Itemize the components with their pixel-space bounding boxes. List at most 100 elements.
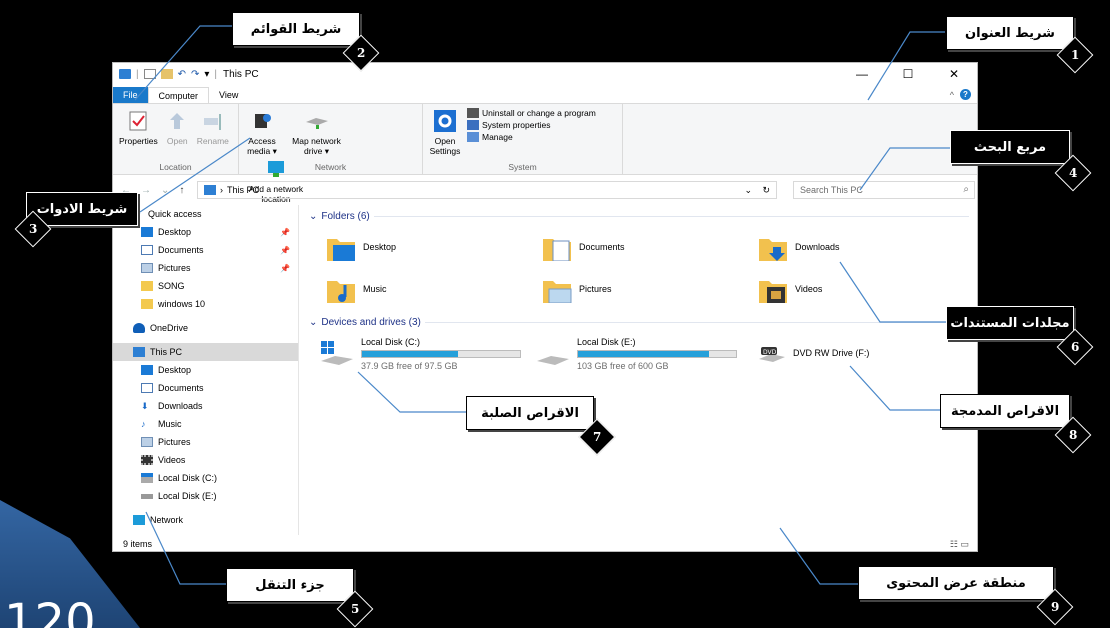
search-box[interactable]: Search This PC ⌕ [793, 181, 975, 199]
open-label: Open [166, 136, 188, 146]
nav-this-pc[interactable]: This PC [113, 343, 298, 361]
nav-pc-disk-c[interactable]: Local Disk (C:) [113, 469, 298, 487]
open-button[interactable]: Open [164, 108, 190, 146]
nav-qa-windows10[interactable]: windows 10 [113, 295, 298, 313]
drive-name: Local Disk (E:) [577, 337, 636, 347]
pin-icon[interactable]: 📌 [280, 264, 290, 273]
close-button[interactable]: ✕ [931, 63, 977, 85]
maximize-button[interactable]: ☐ [885, 63, 931, 85]
nav-pc-desktop[interactable]: Desktop [113, 361, 298, 379]
help-icon[interactable]: ? [960, 89, 971, 100]
tab-computer[interactable]: Computer [147, 87, 210, 103]
properties-icon[interactable] [143, 69, 156, 79]
breadcrumb-this-pc[interactable]: This PC [227, 185, 259, 195]
undo-icon[interactable]: ↶ [178, 69, 186, 80]
callout-hard-disks: الاقراص الصلبة [466, 396, 594, 430]
chevron-down-icon: ⌄ [309, 211, 318, 222]
access-media-button[interactable]: Access media ▾ [245, 108, 279, 156]
nav-pc-music[interactable]: ♪ Music [113, 415, 298, 433]
computer-icon [119, 69, 131, 79]
refresh-icon[interactable]: ↻ [762, 185, 770, 196]
manage-link[interactable]: Manage [467, 132, 596, 142]
nav-pc-disk-e[interactable]: Local Disk (E:) [113, 487, 298, 505]
pin-icon[interactable]: 📌 [280, 246, 290, 255]
nav-qa-documents[interactable]: Documents 📌 [113, 241, 298, 259]
desktop-icon [141, 365, 153, 375]
callout-optical-disks: الاقراص المدمجة [940, 394, 1070, 428]
chevron-down-icon: ⌄ [309, 317, 318, 328]
drive-e[interactable]: Local Disk (E:) 103 GB free of 600 GB [535, 337, 737, 371]
nav-label: Downloads [158, 401, 203, 411]
rename-button[interactable]: Rename [197, 108, 229, 146]
map-network-drive-button[interactable]: Map network drive ▾ [286, 108, 348, 156]
ribbon-options: ^ ? [950, 89, 971, 100]
page-number: 120 [4, 594, 96, 628]
folder-icon [141, 299, 153, 309]
network-drive-icon [304, 108, 330, 134]
callout-search-box: مربع البحث [950, 130, 1070, 164]
up-arrow-icon[interactable]: ↑ [179, 185, 184, 196]
collapse-ribbon-icon[interactable]: ^ [950, 90, 954, 100]
map-drive-label: Map network drive ▾ [292, 136, 341, 156]
uninstall-program-link[interactable]: Uninstall or change a program [467, 108, 596, 118]
ribbon-group-system: Open Settings Uninstall or change a prog… [423, 104, 623, 174]
folder-desktop[interactable]: Desktop [325, 233, 396, 261]
nav-pc-pictures[interactable]: Pictures [113, 433, 298, 451]
uninstall-icon [467, 108, 479, 118]
windows-drive-icon [321, 341, 353, 365]
properties-button[interactable]: Properties [119, 108, 158, 146]
drive-icon [141, 473, 153, 483]
folder-pictures[interactable]: Pictures [541, 275, 612, 303]
nav-onedrive[interactable]: OneDrive [113, 319, 298, 337]
drive-f-dvd[interactable]: DVD DVD RW Drive (F:) [757, 341, 869, 365]
nav-qa-pictures[interactable]: Pictures 📌 [113, 259, 298, 277]
chevron-down-icon[interactable]: ▾ [204, 69, 209, 80]
folders-section-header[interactable]: ⌄ Folders (6) [309, 211, 969, 222]
videos-folder-icon [759, 281, 787, 303]
system-properties-link[interactable]: System properties [467, 120, 596, 130]
address-dropdown-icon[interactable]: ⌄ [744, 185, 752, 196]
network-icon [133, 515, 145, 525]
redo-icon[interactable]: ↷ [191, 69, 199, 80]
nav-pc-downloads[interactable]: ⬇ Downloads [113, 397, 298, 415]
nav-pc-documents[interactable]: Documents [113, 379, 298, 397]
folder-music[interactable]: Music [325, 275, 387, 303]
nav-label: Desktop [158, 365, 192, 375]
minimize-button[interactable]: — [839, 63, 885, 85]
drive-c[interactable]: Local Disk (C:) 37.9 GB free of 97.5 GB [319, 337, 521, 371]
recent-chevron-icon[interactable]: ⌄ [161, 185, 169, 196]
folder-label: Music [363, 284, 387, 294]
window-controls: — ☐ ✕ [839, 63, 977, 85]
nav-pc-videos[interactable]: Videos [113, 451, 298, 469]
pin-icon[interactable]: 📌 [280, 228, 290, 237]
drive-usage-fill [362, 351, 459, 357]
nav-label: Quick access [148, 209, 202, 219]
nav-quick-access[interactable]: ★ Quick access [113, 205, 298, 223]
callout-content-area: منطقة عرض المحتوى [858, 566, 1054, 600]
search-input[interactable]: Search This PC [800, 185, 863, 195]
search-icon[interactable]: ⌕ [963, 184, 969, 195]
folder-label: Downloads [795, 242, 840, 252]
cloud-icon [133, 323, 145, 333]
drive-icon [141, 493, 153, 499]
devices-section-header[interactable]: ⌄ Devices and drives (3) [309, 317, 969, 328]
folder-downloads[interactable]: Downloads [757, 233, 840, 261]
item-count: 9 items [123, 539, 153, 549]
tab-view[interactable]: View [209, 87, 248, 103]
folder-documents[interactable]: Documents [541, 233, 625, 261]
forward-arrow-icon[interactable]: → [141, 185, 151, 196]
nav-network[interactable]: Network [113, 511, 298, 529]
documents-folder-icon [543, 239, 571, 261]
nav-qa-song[interactable]: SONG [113, 277, 298, 295]
address-bar[interactable]: › This PC ⌄ ↻ [197, 181, 777, 199]
nav-qa-desktop[interactable]: Desktop 📌 [113, 223, 298, 241]
new-folder-icon[interactable] [160, 69, 173, 79]
nav-label: Local Disk (E:) [158, 491, 217, 501]
group-label: System [508, 162, 537, 172]
film-icon [141, 455, 153, 465]
nav-label: Local Disk (C:) [158, 473, 218, 483]
tab-file[interactable]: File [113, 87, 148, 103]
drive-free-space: 37.9 GB free of 97.5 GB [361, 361, 458, 371]
folder-videos[interactable]: Videos [757, 275, 822, 303]
view-toggle-icons[interactable]: ☷ ▭ [950, 539, 969, 550]
